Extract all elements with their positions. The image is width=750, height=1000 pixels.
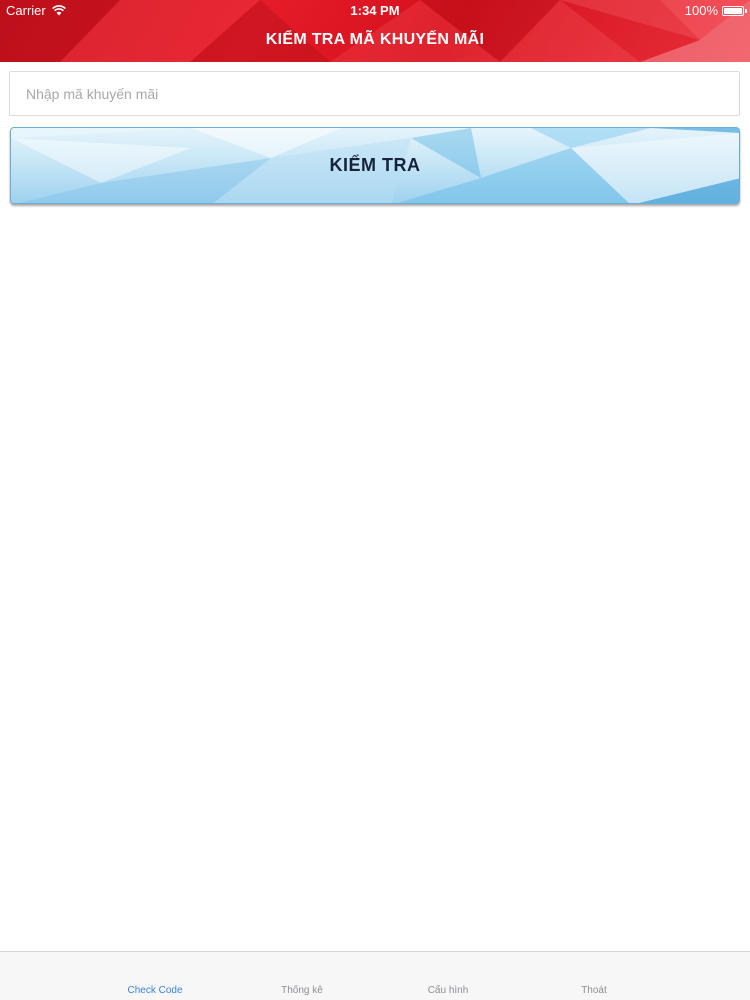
tab-label: Thống kê	[281, 985, 323, 996]
tab-settings[interactable]: Cấu hình	[373, 952, 523, 1000]
status-time: 1:34 PM	[350, 3, 400, 18]
check-button-label: KIỂM TRA	[329, 155, 421, 175]
header: Carrier 1:34 PM 100% KIỂM TRA MÃ KHUYẾN …	[0, 0, 750, 62]
tab-label: Check Code	[127, 985, 183, 996]
status-battery: 100%	[684, 3, 747, 18]
battery-percent: 100%	[684, 3, 718, 18]
tab-logout[interactable]: Thoát	[519, 952, 669, 1000]
battery-icon	[722, 5, 747, 16]
tab-statistics[interactable]: Thống kê	[227, 952, 377, 1000]
tab-bar: Check Code Thống kê Cấu hình Thoát	[0, 951, 750, 1000]
page-title: KIỂM TRA MÃ KHUYẾN MÃI	[265, 31, 485, 48]
promo-code-input[interactable]	[9, 71, 740, 116]
check-button[interactable]: KIỂM TRA	[10, 127, 740, 204]
tab-check-code[interactable]: Check Code	[80, 952, 230, 1000]
tab-label: Cấu hình	[427, 985, 469, 996]
app-screen: Carrier 1:34 PM 100% KIỂM TRA MÃ KHUYẾN …	[0, 0, 750, 1000]
tab-label: Thoát	[581, 985, 607, 996]
status-bar: Carrier 1:34 PM 100%	[0, 0, 750, 20]
